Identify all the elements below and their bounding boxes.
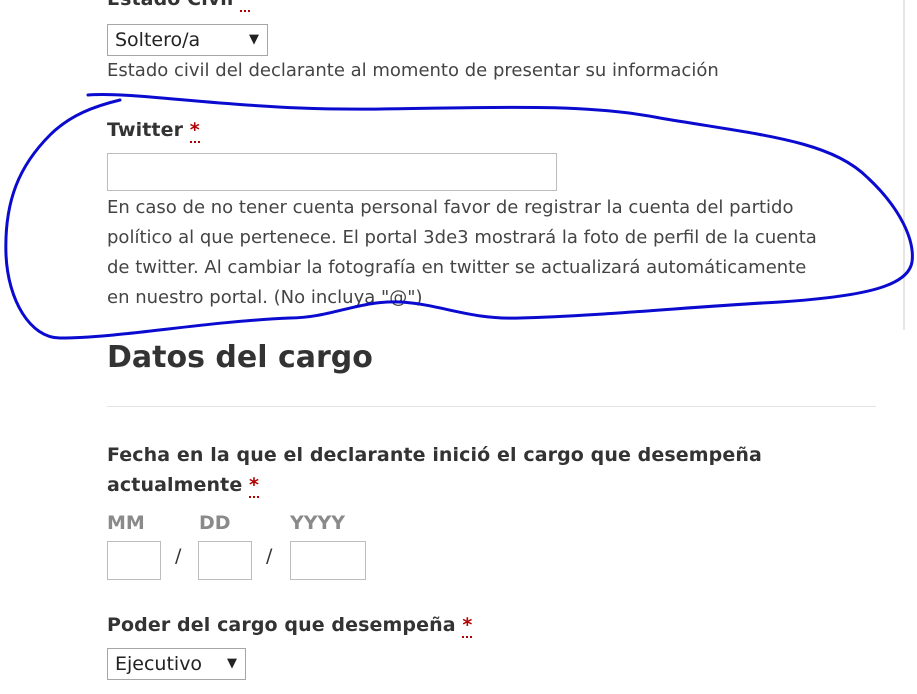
twitter-help-line: En caso de no tener cuenta personal favo…	[107, 197, 794, 218]
chevron-down-icon: ▼	[249, 32, 259, 47]
estado-civil-label-text: Estado Civil	[107, 0, 234, 10]
estado-civil-selected-value: Soltero/a	[115, 29, 201, 51]
required-marker: *	[189, 119, 200, 143]
poder-cargo-selected-value: Ejecutivo	[115, 653, 203, 675]
poder-cargo-label-text: Poder del cargo que desempeña	[107, 614, 456, 636]
twitter-label: Twitter *	[107, 119, 200, 143]
poder-cargo-label: Poder del cargo que desempeña *	[107, 614, 473, 638]
poder-cargo-select[interactable]: Ejecutivo ▼	[107, 648, 246, 680]
fecha-inicio-label-line2: actualmente *	[107, 470, 762, 500]
day-label: DD	[199, 512, 231, 534]
required-marker: *	[240, 0, 251, 12]
scrollbar-track[interactable]	[899, 0, 917, 694]
section-title: Datos del cargo	[107, 340, 373, 375]
estado-civil-label: Estado Civil *	[107, 0, 251, 12]
fecha-inicio-label: Fecha en la que el declarante inició el …	[107, 440, 762, 500]
date-separator: /	[266, 545, 273, 567]
scrollbar-thumb[interactable]	[903, 0, 905, 330]
year-input[interactable]	[290, 541, 366, 580]
chevron-down-icon: ▼	[227, 656, 237, 671]
day-input[interactable]	[198, 541, 252, 580]
required-marker: *	[462, 614, 473, 638]
twitter-help-line: en nuestro portal. (No incluya "@")	[107, 287, 423, 308]
month-label: MM	[107, 512, 145, 534]
twitter-help-line: político al que pertenece. El portal 3de…	[107, 227, 817, 248]
twitter-help: En caso de no tener cuenta personal favo…	[107, 193, 817, 313]
twitter-label-text: Twitter	[107, 119, 184, 141]
year-label: YYYY	[290, 512, 346, 534]
month-input[interactable]	[107, 541, 161, 580]
fecha-inicio-label-text: actualmente	[107, 474, 243, 496]
twitter-input[interactable]	[107, 153, 557, 191]
required-marker: *	[249, 474, 260, 498]
estado-civil-help: Estado civil del declarante al momento d…	[107, 60, 719, 81]
fecha-inicio-label-line: Fecha en la que el declarante inició el …	[107, 444, 762, 466]
section-divider	[107, 406, 876, 407]
estado-civil-select[interactable]: Soltero/a ▼	[107, 24, 268, 56]
date-separator: /	[175, 545, 182, 567]
twitter-help-line: de twitter. Al cambiar la fotografía en …	[107, 257, 807, 278]
